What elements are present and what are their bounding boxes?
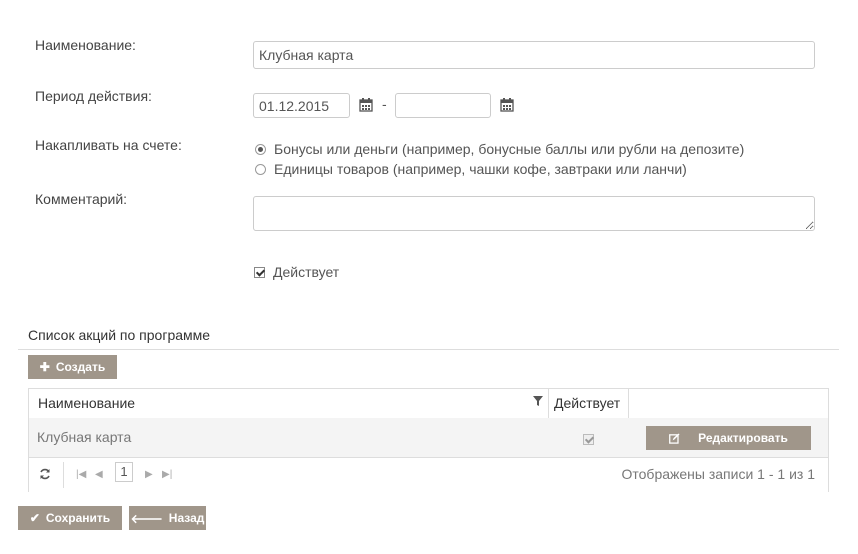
column-header-active[interactable]: Действует <box>554 395 620 411</box>
period-separator: - <box>382 96 387 112</box>
next-page-icon[interactable]: ▶ <box>145 469 153 480</box>
create-button-label: Создать <box>55 360 106 374</box>
active-label: Действует <box>273 264 340 280</box>
save-button-label: Сохранить <box>45 511 111 525</box>
comment-textarea[interactable] <box>253 196 815 231</box>
radio-button[interactable] <box>255 143 266 155</box>
accumulate-label: Накапливать на счете: <box>35 137 182 153</box>
period-start-input[interactable] <box>253 93 350 118</box>
edit-icon <box>669 432 680 444</box>
check-icon: ✔ <box>29 511 40 525</box>
plus-icon: ✚ <box>39 360 50 374</box>
first-page-icon[interactable]: |◀ <box>76 469 86 480</box>
promotions-grid: Наименование Действует Клубная карта Ред… <box>28 388 829 492</box>
radio-label: Единицы товаров (например, чашки кофе, з… <box>274 161 687 177</box>
accumulate-option-bonuses[interactable]: Бонусы или деньги (например, бонусные ба… <box>255 141 744 157</box>
period-label: Период действия: <box>35 88 152 104</box>
filter-icon[interactable] <box>533 396 543 406</box>
period-end-input[interactable] <box>395 93 491 118</box>
create-button[interactable]: ✚ Создать <box>28 355 117 379</box>
pager-divider <box>63 462 64 488</box>
edit-button[interactable]: Редактировать <box>646 426 811 450</box>
grid-header: Наименование Действует <box>29 389 828 419</box>
back-button-label: Назад <box>168 511 205 525</box>
current-page-input[interactable]: 1 <box>115 462 133 482</box>
save-button[interactable]: ✔ Сохранить <box>18 506 122 530</box>
edit-button-label: Редактировать <box>698 431 788 445</box>
name-label: Наименование: <box>35 37 136 53</box>
back-button[interactable]: 🡐 Назад <box>129 506 206 530</box>
pager-summary: Отображены записи 1 - 1 из 1 <box>621 466 816 482</box>
active-checkbox-row[interactable]: Действует <box>254 264 339 280</box>
arrow-left-icon: 🡐 <box>130 511 163 526</box>
radio-button[interactable] <box>255 163 266 175</box>
section-divider <box>18 349 839 350</box>
table-row[interactable]: Клубная карта Редактировать <box>29 418 828 458</box>
radio-label: Бонусы или деньги (например, бонусные ба… <box>274 141 745 157</box>
grid-pager: |◀ ◀ 1 ▶ ▶| Отображены записи 1 - 1 из 1 <box>29 458 828 492</box>
column-header-name[interactable]: Наименование <box>38 395 135 411</box>
prev-page-icon[interactable]: ◀ <box>95 469 103 480</box>
accumulate-option-goods[interactable]: Единицы товаров (например, чашки кофе, з… <box>255 161 687 177</box>
name-input[interactable] <box>253 41 815 69</box>
comment-label: Комментарий: <box>35 191 128 207</box>
last-page-icon[interactable]: ▶| <box>162 469 172 480</box>
row-name-cell: Клубная карта <box>37 429 132 445</box>
calendar-icon[interactable] <box>359 98 373 112</box>
calendar-icon[interactable] <box>500 98 514 112</box>
active-checkbox[interactable] <box>254 266 265 278</box>
refresh-icon[interactable] <box>39 468 51 480</box>
row-active-checkbox <box>583 434 594 445</box>
section-title: Список акций по программе <box>28 327 211 343</box>
